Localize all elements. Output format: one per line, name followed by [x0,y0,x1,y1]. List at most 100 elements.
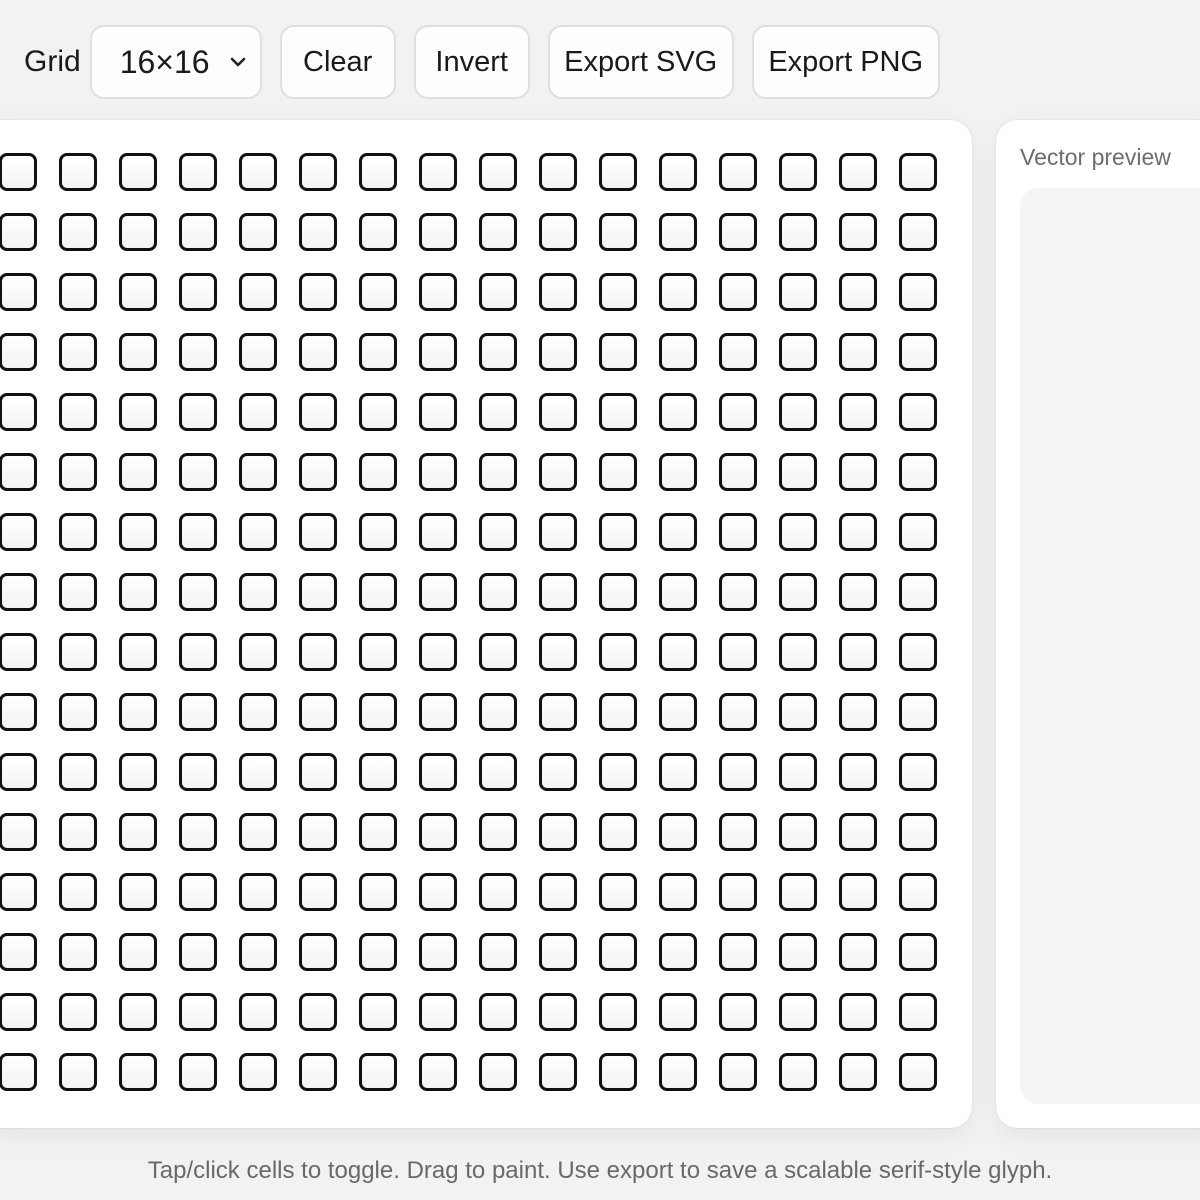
grid-cell[interactable] [539,873,577,911]
grid-cell[interactable] [839,153,877,191]
grid-cell[interactable] [539,693,577,731]
grid-size-select[interactable]: 16×16 [89,25,262,99]
grid-cell[interactable] [779,333,817,371]
grid-cell[interactable] [119,633,157,671]
grid-cell[interactable] [599,693,637,731]
grid-cell[interactable] [59,333,97,371]
grid-cell[interactable] [719,333,757,371]
grid-cell[interactable] [839,873,877,911]
grid-cell[interactable] [59,873,97,911]
grid-cell[interactable] [659,873,697,911]
grid-cell[interactable] [779,153,817,191]
grid-cell[interactable] [719,993,757,1031]
grid-cell[interactable] [719,573,757,611]
grid-cell[interactable] [599,993,637,1031]
grid-cell[interactable] [299,873,337,911]
grid-cell[interactable] [899,993,937,1031]
grid-cell[interactable] [899,693,937,731]
grid-cell[interactable] [839,993,877,1031]
grid-cell[interactable] [839,333,877,371]
grid-cell[interactable] [119,993,157,1031]
grid-cell[interactable] [539,633,577,671]
grid-cell[interactable] [239,453,277,491]
grid-cell[interactable] [479,453,517,491]
grid-cell[interactable] [719,873,757,911]
grid-cell[interactable] [659,753,697,791]
grid-cell[interactable] [419,813,457,851]
grid-cell[interactable] [59,573,97,611]
grid-cell[interactable] [0,753,37,791]
grid-cell[interactable] [359,1053,397,1091]
grid-cell[interactable] [779,693,817,731]
grid-cell[interactable] [119,573,157,611]
grid-cell[interactable] [419,513,457,551]
grid-cell[interactable] [0,573,37,611]
export-png-button[interactable]: Export PNG [751,25,940,99]
grid-cell[interactable] [779,1053,817,1091]
grid-cell[interactable] [599,453,637,491]
grid-cell[interactable] [479,813,517,851]
grid-cell[interactable] [659,813,697,851]
grid-cell[interactable] [419,453,457,491]
grid-cell[interactable] [599,573,637,611]
grid-cell[interactable] [299,393,337,431]
grid-cell[interactable] [0,273,37,311]
grid-cell[interactable] [479,273,517,311]
grid-cell[interactable] [359,213,397,251]
grid-cell[interactable] [899,933,937,971]
grid-cell[interactable] [659,393,697,431]
grid-cell[interactable] [479,573,517,611]
grid-cell[interactable] [299,573,337,611]
grid-cell[interactable] [779,633,817,671]
grid-cell[interactable] [239,273,277,311]
grid-cell[interactable] [0,993,37,1031]
grid-cell[interactable] [179,873,217,911]
grid-cell[interactable] [839,753,877,791]
grid-cell[interactable] [779,753,817,791]
grid-cell[interactable] [239,1053,277,1091]
grid-cell[interactable] [359,273,397,311]
grid-cell[interactable] [839,453,877,491]
grid-cell[interactable] [419,573,457,611]
grid-cell[interactable] [899,453,937,491]
grid-cell[interactable] [179,693,217,731]
grid-cell[interactable] [299,813,337,851]
grid-cell[interactable] [359,393,397,431]
grid-cell[interactable] [59,273,97,311]
grid-cell[interactable] [479,333,517,371]
grid-cell[interactable] [539,1053,577,1091]
grid-cell[interactable] [119,1053,157,1091]
grid-cell[interactable] [0,873,37,911]
grid-cell[interactable] [719,693,757,731]
grid-cell[interactable] [599,753,637,791]
grid-cell[interactable] [779,873,817,911]
grid-cell[interactable] [179,753,217,791]
grid-cell[interactable] [539,453,577,491]
grid-cell[interactable] [239,333,277,371]
grid-cell[interactable] [239,933,277,971]
grid-cell[interactable] [839,1053,877,1091]
grid-cell[interactable] [599,813,637,851]
grid-cell[interactable] [479,693,517,731]
grid-cell[interactable] [779,513,817,551]
grid-cell[interactable] [719,933,757,971]
grid-cell[interactable] [299,693,337,731]
grid-cell[interactable] [179,273,217,311]
grid-cell[interactable] [599,273,637,311]
grid-cell[interactable] [299,273,337,311]
grid-cell[interactable] [179,813,217,851]
grid-cell[interactable] [119,453,157,491]
grid-cell[interactable] [179,633,217,671]
grid-cell[interactable] [659,993,697,1031]
grid-cell[interactable] [479,213,517,251]
grid-cell[interactable] [299,1053,337,1091]
grid-cell[interactable] [899,1053,937,1091]
grid-cell[interactable] [179,993,217,1031]
grid-cell[interactable] [779,933,817,971]
grid-cell[interactable] [599,153,637,191]
grid-cell[interactable] [719,453,757,491]
grid-cell[interactable] [659,273,697,311]
grid-cell[interactable] [539,273,577,311]
grid-cell[interactable] [239,393,277,431]
grid-cell[interactable] [839,573,877,611]
